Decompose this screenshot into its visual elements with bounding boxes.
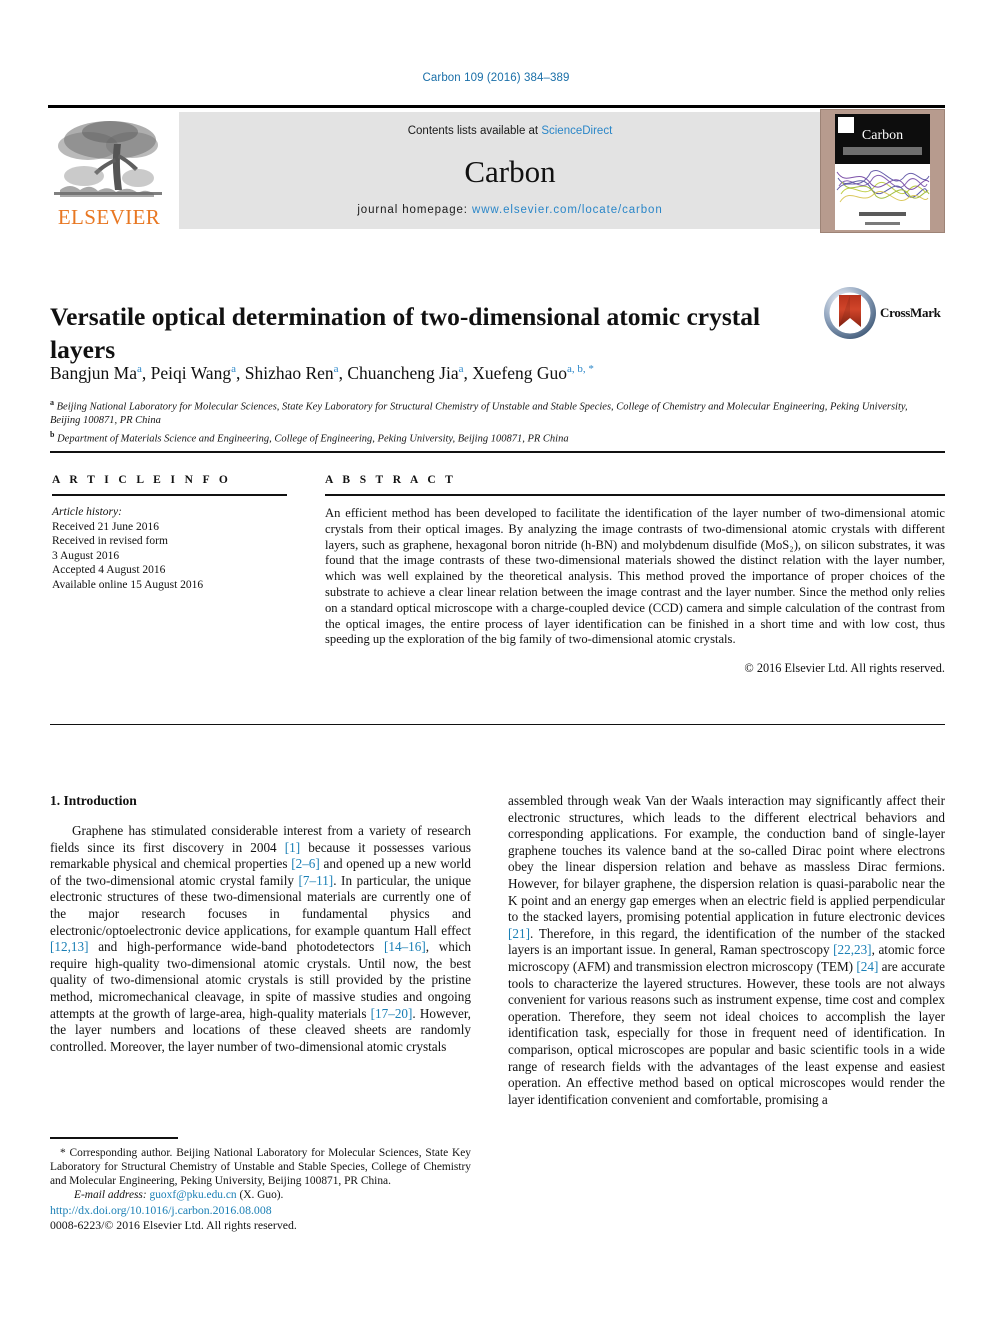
issn-copyright-line: 0008-6223/© 2016 Elsevier Ltd. All right… bbox=[50, 1218, 297, 1232]
article-info-column: A R T I C L E I N F O Article history: R… bbox=[52, 474, 287, 592]
author-affiliation-mark[interactable]: a, b, * bbox=[567, 363, 594, 375]
footnote-email-line: E-mail address: guoxf@pku.edu.cn (X. Guo… bbox=[50, 1188, 471, 1202]
cover-subtitle-bar bbox=[843, 147, 922, 155]
citation-reference[interactable]: [17–20] bbox=[371, 1006, 413, 1021]
citation-reference[interactable]: [1] bbox=[285, 840, 300, 855]
article-history-item: Received in revised form bbox=[52, 535, 168, 547]
footnote-rule bbox=[50, 1137, 178, 1139]
affiliation-text: Department of Materials Science and Engi… bbox=[57, 433, 569, 444]
elsevier-logo: ELSEVIER bbox=[48, 112, 170, 229]
article-history: Article history: Received 21 June 2016 R… bbox=[52, 505, 287, 592]
journal-homepage-line: journal homepage: www.elsevier.com/locat… bbox=[179, 204, 841, 216]
doi-link[interactable]: http://dx.doi.org/10.1016/j.carbon.2016.… bbox=[50, 1203, 471, 1218]
corresponding-author-footnote: * Corresponding author. Beijing National… bbox=[50, 1137, 471, 1202]
author-affiliation-mark[interactable]: a bbox=[459, 363, 464, 375]
journal-title: Carbon bbox=[464, 154, 556, 189]
contents-available-line: Contents lists available at ScienceDirec… bbox=[179, 125, 841, 137]
article-history-item: Accepted 4 August 2016 bbox=[52, 564, 166, 576]
email-suffix: (X. Guo). bbox=[239, 1189, 284, 1202]
body-column-left: 1. Introduction Graphene has stimulated … bbox=[50, 793, 471, 1055]
citation-reference[interactable]: [7–11] bbox=[299, 873, 334, 888]
cover-top-panel: Carbon bbox=[835, 114, 930, 164]
elsevier-tree-icon bbox=[52, 114, 164, 206]
footer-doi-block: http://dx.doi.org/10.1016/j.carbon.2016.… bbox=[50, 1203, 471, 1233]
cover-kicker-bar bbox=[859, 212, 906, 216]
article-history-item: Available online 15 August 2016 bbox=[52, 578, 204, 591]
affiliation-mark: a bbox=[50, 398, 54, 407]
abstract-text: An efficient method has been developed t… bbox=[325, 506, 945, 647]
abstract-rule bbox=[325, 494, 945, 496]
author-name: Shizhao Ren bbox=[244, 363, 334, 383]
body-paragraph: Graphene has stimulated considerable int… bbox=[50, 823, 472, 1054]
author-name: Peiqi Wang bbox=[150, 363, 232, 383]
article-history-item: 3 August 2016 bbox=[52, 549, 120, 562]
email-label: E-mail address: bbox=[74, 1189, 147, 1202]
affiliation-item: a Beijing National Laboratory for Molecu… bbox=[50, 396, 930, 428]
citation-reference[interactable]: [14–16] bbox=[384, 939, 426, 954]
contents-prefix: Contents lists available at bbox=[407, 125, 542, 137]
journal-homepage-link[interactable]: www.elsevier.com/locate/carbon bbox=[472, 204, 663, 216]
affiliation-list: a Beijing National Laboratory for Molecu… bbox=[50, 396, 930, 446]
page-title: Versatile optical determination of two-d… bbox=[50, 302, 761, 365]
author-list: Bangjun Maa, Peiqi Wanga, Shizhao Rena, … bbox=[50, 363, 594, 383]
elsevier-wordmark: ELSEVIER bbox=[57, 205, 161, 229]
abstract-copyright: © 2016 Elsevier Ltd. All rights reserved… bbox=[744, 660, 945, 675]
citation-reference[interactable]: [12,13] bbox=[50, 939, 88, 954]
abstract-block-top-rule bbox=[50, 451, 945, 453]
article-info-rule bbox=[52, 494, 287, 496]
running-head: Carbon 109 (2016) 384–389 bbox=[422, 72, 570, 84]
article-history-label: Article history: bbox=[52, 506, 122, 518]
journal-cover-thumbnail: Carbon bbox=[820, 109, 945, 233]
article-info-heading: A R T I C L E I N F O bbox=[52, 474, 232, 486]
author-affiliation-mark[interactable]: a bbox=[334, 363, 339, 375]
journal-header-band: ELSEVIER Contents lists available at Sci… bbox=[48, 109, 945, 233]
header-top-rule bbox=[48, 105, 945, 108]
journal-cover-image: Carbon bbox=[835, 114, 930, 230]
crossmark-icon bbox=[823, 286, 877, 340]
article-history-item: Received 21 June 2016 bbox=[52, 520, 159, 533]
section-heading-introduction: 1. Introduction bbox=[50, 793, 137, 808]
article-first-page: Carbon 109 (2016) 384–389 ELSEVIER Conte… bbox=[0, 0, 992, 1323]
citation-reference[interactable]: [21] bbox=[508, 926, 530, 941]
journal-header-center: Contents lists available at ScienceDirec… bbox=[179, 112, 841, 229]
citation-reference[interactable]: [22,23] bbox=[833, 942, 871, 957]
citation-reference[interactable]: [2–6] bbox=[291, 856, 320, 871]
affiliation-item: b Department of Materials Science and En… bbox=[50, 428, 930, 446]
affiliation-mark: b bbox=[50, 429, 55, 439]
cover-bottom-panel bbox=[835, 208, 930, 230]
abstract-heading: A B S T R A C T bbox=[325, 474, 457, 486]
sciencedirect-link[interactable]: ScienceDirect bbox=[541, 125, 612, 137]
abstract-block-bottom-rule bbox=[50, 724, 945, 725]
cover-journal-title: Carbon bbox=[861, 128, 904, 143]
citation-reference[interactable]: [24] bbox=[856, 959, 878, 974]
author-name: Xuefeng Guo bbox=[472, 363, 568, 383]
author-name: Bangjun Ma bbox=[50, 363, 138, 383]
author-affiliation-mark[interactable]: a bbox=[137, 363, 142, 375]
footnote-corresponding-text: * Corresponding author. Beijing National… bbox=[50, 1146, 471, 1187]
cover-publisher-bar bbox=[865, 222, 900, 225]
homepage-prefix: journal homepage: bbox=[357, 204, 473, 216]
author-affiliation-mark[interactable]: a bbox=[231, 363, 236, 375]
cover-artwork bbox=[835, 164, 930, 208]
author-name: Chuancheng Jia bbox=[347, 363, 459, 383]
body-paragraph: assembled through weak Van der Waals int… bbox=[508, 793, 946, 1107]
affiliation-text: Beijing National Laboratory for Molecula… bbox=[50, 401, 908, 427]
abstract-column: A B S T R A C T An efficient method has … bbox=[325, 474, 945, 676]
email-link[interactable]: guoxf@pku.edu.cn bbox=[150, 1189, 237, 1201]
body-column-right: assembled through weak Van der Waals int… bbox=[508, 793, 945, 1108]
crossmark-badge[interactable]: CrossMark bbox=[823, 286, 945, 342]
crossmark-label: CrossMark bbox=[880, 305, 941, 320]
